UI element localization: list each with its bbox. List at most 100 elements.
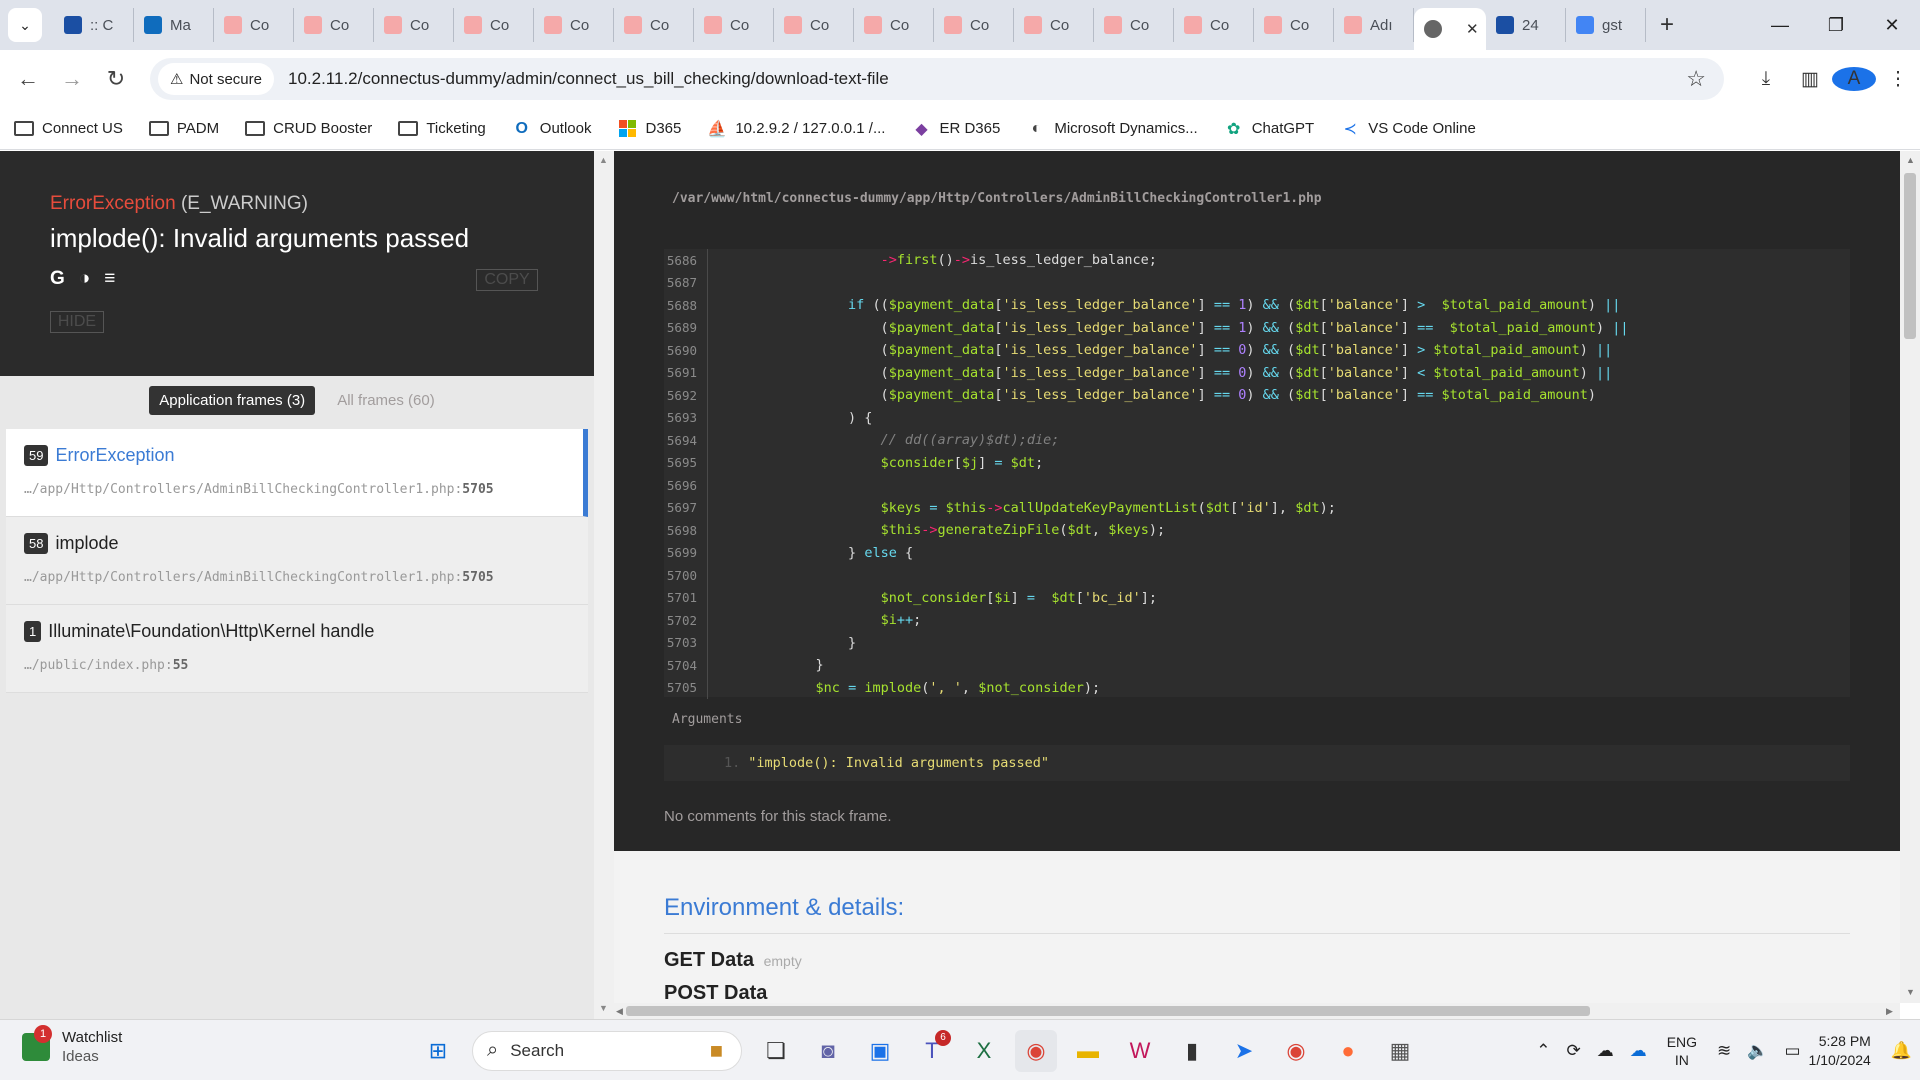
hide-button[interactable]: HIDE [50, 311, 104, 333]
browser-tab[interactable]: Co [294, 8, 374, 42]
security-indicator[interactable]: ⚠ Not secure [158, 63, 274, 95]
vertical-scrollbar[interactable]: ▲ ▼ [1900, 151, 1920, 1003]
bookmark-item[interactable]: ◐ Microsoft Dynamics... [1026, 120, 1198, 138]
bookmark-item[interactable]: ◆ ER D365 [911, 120, 1000, 138]
copy-button[interactable]: COPY [476, 269, 538, 291]
reload-button[interactable]: ↻ [94, 66, 138, 92]
bookmark-item[interactable]: Ticketing [398, 120, 486, 138]
file-explorer-icon[interactable]: ▬ [1067, 1030, 1109, 1072]
bookmark-item[interactable]: Connect US [14, 120, 123, 138]
code-text: $nc = implode(', ', $not_consider); [815, 679, 1101, 696]
browser-tab[interactable]: Co [214, 8, 294, 42]
browser-tab[interactable]: Co [934, 8, 1014, 42]
stackoverflow-icon[interactable]: ≡ [104, 268, 115, 290]
browser-tab[interactable]: Co [454, 8, 534, 42]
google-search-icon[interactable]: G [50, 268, 65, 290]
browser-tab[interactable]: Adı [1334, 8, 1414, 42]
url-text[interactable]: 10.2.11.2/connectus-dummy/admin/connect_… [288, 69, 889, 89]
line-number: 5696 [664, 474, 708, 497]
browser-tab[interactable]: Co [1174, 8, 1254, 42]
wps-icon[interactable]: W [1119, 1030, 1161, 1072]
chevron-up-icon[interactable]: ⌃ [1536, 1041, 1550, 1061]
browser-tab[interactable]: 24 [1486, 8, 1566, 42]
tab-title: Co [810, 16, 830, 34]
task-view-icon[interactable]: ❏ [755, 1030, 797, 1072]
profile-button[interactable]: A [1832, 67, 1876, 91]
forward-button[interactable]: → [50, 66, 94, 92]
download-icon[interactable]: ⤓ [1744, 68, 1788, 90]
notification-bell-icon[interactable]: 🔔 [1891, 1041, 1912, 1061]
battery-icon[interactable]: ▭ [1784, 1041, 1800, 1061]
volume-icon[interactable]: 🔈 [1747, 1041, 1768, 1061]
meet-icon[interactable]: ◙ [807, 1030, 849, 1072]
bookmark-item[interactable]: PADM [148, 120, 219, 138]
chevron-down-icon: ⌄ [19, 16, 31, 33]
chrome-profile-icon[interactable]: ◉ [1275, 1030, 1317, 1072]
active-tab[interactable]: ✕ [1414, 8, 1486, 50]
vertical-scroll-thumb[interactable] [1904, 173, 1916, 339]
tab-all-frames[interactable]: All frames (60) [327, 386, 445, 415]
side-panel-icon[interactable]: ▥ [1788, 68, 1832, 91]
sync-icon[interactable]: ⟳ [1566, 1041, 1580, 1061]
line-number: 5693 [664, 406, 708, 429]
browser-tab[interactable]: gst [1566, 8, 1646, 42]
terminal-icon[interactable]: ▮ [1171, 1030, 1213, 1072]
bookmark-item[interactable]: D365 [617, 120, 681, 138]
new-tab-button[interactable]: + [1660, 11, 1674, 39]
menu-icon[interactable]: ⋮ [1876, 68, 1920, 91]
bookmark-item[interactable]: ✿ ChatGPT [1224, 120, 1314, 138]
browser-tab[interactable]: Co [614, 8, 694, 42]
close-window-button[interactable]: ✕ [1864, 15, 1920, 36]
tab-title: Co [570, 16, 590, 34]
tab-search-button[interactable]: ⌄ [8, 8, 42, 42]
frame-file: …/public/index.php:55 [24, 658, 189, 673]
bookmark-item[interactable]: ⛵ 10.2.9.2 / 127.0.0.1 /... [707, 120, 885, 138]
left-scrollbar[interactable]: ▲ ▼ [594, 151, 614, 1019]
clock[interactable]: 5:28 PM 1/10/2024 [1809, 1032, 1871, 1070]
horizontal-scroll-thumb[interactable] [626, 1006, 1590, 1016]
postman-icon[interactable]: ● [1327, 1030, 1369, 1072]
browser-tab[interactable]: Co [374, 8, 454, 42]
watchlist-widget[interactable]: 1 Watchlist Ideas [22, 1025, 122, 1066]
teams-icon[interactable]: T 6 [911, 1029, 953, 1072]
excel-icon[interactable]: X [963, 1030, 1005, 1072]
wifi-icon[interactable]: ≋ [1717, 1041, 1731, 1061]
taskbar-search[interactable]: ⌕ Search ■ [472, 1030, 742, 1071]
chrome-icon[interactable]: ◉ [1015, 1029, 1057, 1072]
browser-tab[interactable]: Co [1094, 8, 1174, 42]
minimize-button[interactable]: — [1752, 15, 1808, 36]
whiteboard-icon[interactable]: ▣ [859, 1030, 901, 1072]
stack-frame[interactable]: 1 Illuminate\Foundation\Http\Kernel handl… [6, 605, 588, 693]
bookmark-item[interactable]: ≺ VS Code Online [1340, 120, 1476, 138]
browser-tab[interactable]: Ma [134, 8, 214, 42]
stack-frame[interactable]: 59 ErrorException …/app/Http/Controllers/A… [6, 429, 588, 517]
tab-application-frames[interactable]: Application frames (3) [149, 385, 316, 415]
stack-frame[interactable]: 58 implode …/app/Http/Controllers/AdminBil… [6, 517, 588, 605]
line-number: 5694 [664, 429, 708, 452]
code-file-path[interactable]: /var/www/html/connectus-dummy/app/Http/C… [672, 191, 1322, 206]
browser-tab[interactable]: Co [774, 8, 854, 42]
calculator-icon[interactable]: ▦ [1379, 1030, 1421, 1072]
browser-tab[interactable]: :: C [54, 8, 134, 42]
arrow-app-icon[interactable]: ➤ [1223, 1030, 1265, 1072]
browser-tab[interactable]: Co [854, 8, 934, 42]
back-button[interactable]: ← [6, 66, 50, 92]
bookmark-star-icon[interactable]: ☆ [1686, 66, 1706, 92]
restore-button[interactable]: ❐ [1808, 15, 1864, 36]
horizontal-scrollbar[interactable]: ◀ ▶ [614, 1003, 1900, 1019]
browser-tab[interactable]: Co [694, 8, 774, 42]
duckduckgo-icon[interactable]: ◑ [79, 268, 90, 290]
browser-tab[interactable]: Co [1254, 8, 1334, 42]
tab-title: Co [1290, 16, 1310, 34]
browser-tab[interactable]: Co [1014, 8, 1094, 42]
globe-icon [1424, 20, 1442, 38]
bookmark-item[interactable]: CRUD Booster [245, 120, 372, 138]
network-drive-icon[interactable]: ☁ [1597, 1041, 1614, 1061]
language-indicator[interactable]: ENG IN [1667, 1033, 1697, 1069]
browser-tab[interactable]: Co [534, 8, 614, 42]
onedrive-icon[interactable]: ☁ [1630, 1041, 1647, 1061]
windows-start-icon[interactable]: ⊞ [417, 1030, 459, 1072]
bookmark-item[interactable]: O Outlook [512, 120, 592, 138]
address-bar[interactable]: ⚠ Not secure 10.2.11.2/connectus-dummy/a… [150, 58, 1724, 100]
close-tab-icon[interactable]: ✕ [1466, 20, 1479, 38]
